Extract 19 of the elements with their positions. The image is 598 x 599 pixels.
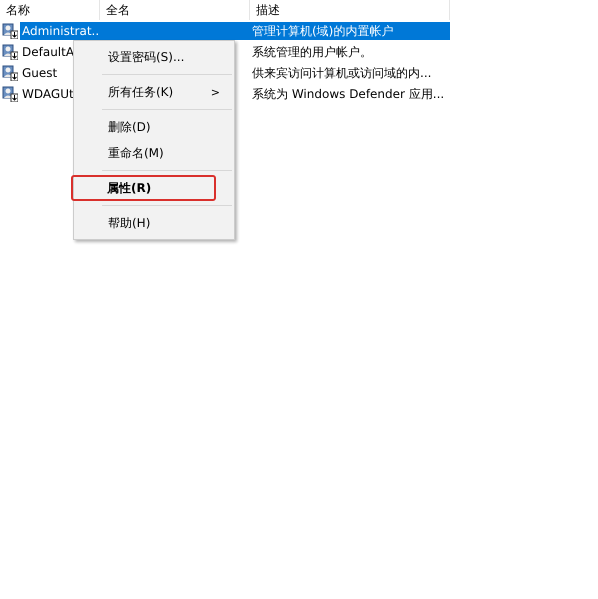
table-cell-text: 供来宾访问计算机或访问域的内... bbox=[251, 64, 432, 82]
table-cell-text: 系统管理的用户帐户。 bbox=[251, 44, 373, 60]
menu-item[interactable]: 帮助(H) bbox=[78, 210, 230, 236]
user-icon bbox=[2, 22, 18, 38]
menu-item[interactable]: 设置密码(S)... bbox=[78, 44, 230, 70]
column-header[interactable]: 描述 bbox=[250, 0, 450, 20]
column-header[interactable]: 名称 bbox=[0, 0, 100, 20]
chevron-icon: > bbox=[210, 86, 220, 98]
table-cell: 管理计算机(域)的内置帐户 bbox=[250, 22, 450, 40]
menu-item[interactable]: 重命名(M) bbox=[78, 140, 230, 166]
menu-item[interactable]: 属性(R) bbox=[71, 175, 216, 201]
user-icon bbox=[2, 86, 18, 102]
menu-item[interactable]: 所有任务(K) > bbox=[78, 79, 230, 105]
user-icon bbox=[2, 44, 18, 60]
table-cell[interactable]: Administrat... bbox=[20, 22, 100, 40]
user-icon bbox=[2, 64, 18, 80]
table-cell-text: 系统为 Windows Defender 应用... bbox=[251, 86, 446, 102]
menu-item[interactable]: 删除(D) bbox=[78, 114, 230, 140]
column-header[interactable]: 全名 bbox=[100, 0, 250, 20]
